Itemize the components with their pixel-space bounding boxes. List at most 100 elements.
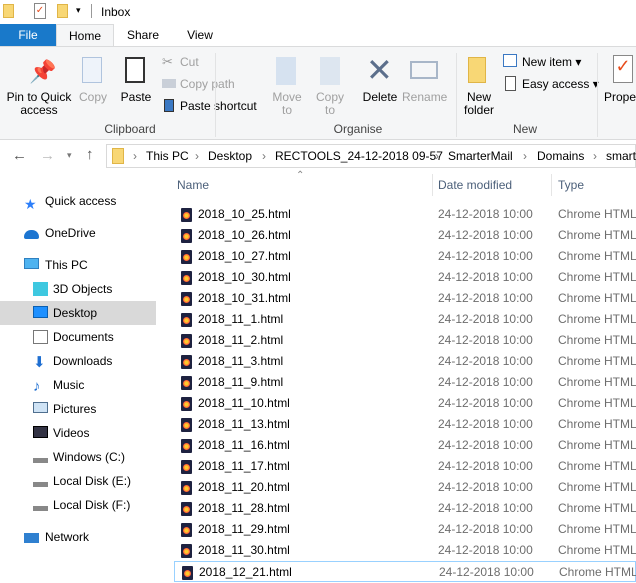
copy-to-button[interactable]: Copy to <box>311 91 349 117</box>
file-row[interactable]: 2018_11_17.html 24-12-2018 10:00 Chrome HT… <box>174 456 636 477</box>
sidebar-item-pictures[interactable]: Pictures <box>0 397 156 421</box>
copy-button[interactable]: Copy <box>76 91 110 104</box>
new-item-icon <box>503 54 517 67</box>
tab-share[interactable]: Share <box>118 24 168 46</box>
file-date: 24-12-2018 10:00 <box>438 291 533 305</box>
file-type: Chrome HTML <box>558 312 636 326</box>
column-header-date[interactable]: Date modified <box>438 178 512 192</box>
properties-button[interactable]: Prope <box>604 91 636 104</box>
paste-shortcut-button[interactable]: Paste shortcut <box>180 100 257 113</box>
sidebar-item-label: Network <box>45 530 90 544</box>
file-type: Chrome HTML <box>558 333 636 347</box>
file-name: 2018_11_10.html <box>198 396 290 410</box>
file-type: Chrome HTML <box>558 522 636 536</box>
sidebar-item-3d-objects[interactable]: 3D Objects <box>0 277 156 301</box>
file-row[interactable]: 2018_11_20.html 24-12-2018 10:00 Chrome HT… <box>174 477 636 498</box>
copy-to-icon <box>320 57 340 85</box>
label: access <box>20 103 58 117</box>
column-header-name[interactable]: Name <box>177 178 209 192</box>
breadcrumb-domains[interactable]: Domains <box>537 149 584 163</box>
divider <box>432 174 433 196</box>
forward-button[interactable]: → <box>40 147 55 164</box>
tab-view[interactable]: View <box>176 24 224 46</box>
sidebar-item-music[interactable]: ♪ Music <box>0 373 156 397</box>
sidebar-item-network[interactable]: Network <box>0 525 156 549</box>
sidebar-item-onedrive[interactable]: OneDrive <box>0 221 156 245</box>
file-row[interactable]: 2018_11_30.html 24-12-2018 10:00 Chrome HT… <box>174 540 636 561</box>
back-button[interactable]: ← <box>12 147 27 164</box>
tab-file[interactable]: File <box>0 24 56 46</box>
file-type: Chrome HTML <box>558 501 636 515</box>
file-row[interactable]: 2018_11_2.html 24-12-2018 10:00 Chrome HTM… <box>174 330 636 351</box>
sidebar-item-documents[interactable]: Documents <box>0 325 156 349</box>
up-button[interactable]: ↑ <box>86 146 94 163</box>
scissors-icon: ✂ <box>162 54 173 69</box>
chrome-html-file-icon <box>181 355 192 369</box>
file-name: 2018_11_1.html <box>198 312 284 326</box>
file-row[interactable]: 2018_10_25.html 24-12-2018 10:00 Chrome HT… <box>174 204 636 225</box>
tab-home[interactable]: Home <box>56 24 114 47</box>
delete-icon: ✕ <box>366 52 393 88</box>
paste-icon <box>125 57 145 83</box>
file-type: Chrome HTML <box>558 270 636 284</box>
delete-button[interactable]: Delete <box>360 91 400 104</box>
breadcrumb-smartermail[interactable]: SmarterMail <box>448 149 513 163</box>
file-list: ⌃ Name Date modified Type 2018_10_25.htm… <box>160 170 636 582</box>
new-folder-quick-icon[interactable] <box>57 4 68 18</box>
file-name: 2018_11_28.html <box>198 501 290 515</box>
sidebar-item-quick-access[interactable]: ★ Quick access <box>0 189 156 213</box>
customize-toolbar-icon[interactable]: ▾ <box>76 5 81 16</box>
file-date: 24-12-2018 10:00 <box>438 354 533 368</box>
properties-quick-icon[interactable]: ✓ <box>34 3 46 19</box>
easy-access-button[interactable]: Easy access ▾ <box>522 78 599 91</box>
recent-locations-button[interactable]: ▾ <box>67 150 72 161</box>
file-row[interactable]: 2018_10_30.html 24-12-2018 10:00 Chrome HT… <box>174 267 636 288</box>
new-item-button[interactable]: New item ▾ <box>522 56 581 69</box>
new-folder-button[interactable]: New folder <box>460 91 498 117</box>
sidebar-item-downloads[interactable]: ⬇ Downloads <box>0 349 156 373</box>
file-date: 24-12-2018 10:00 <box>439 565 534 579</box>
file-name: 2018_11_16.html <box>198 438 290 452</box>
file-date: 24-12-2018 10:00 <box>438 543 533 557</box>
file-name: 2018_12_21.html <box>199 565 292 579</box>
sidebar-item-desktop[interactable]: Desktop <box>0 301 156 325</box>
breadcrumb-desktop[interactable]: Desktop <box>208 149 252 163</box>
column-header-type[interactable]: Type <box>558 178 584 192</box>
breadcrumb-this-pc[interactable]: This PC <box>146 149 189 163</box>
file-date: 24-12-2018 10:00 <box>438 270 533 284</box>
sidebar-item-this-pc[interactable]: This PC <box>0 253 156 277</box>
file-row[interactable]: 2018_11_28.html 24-12-2018 10:00 Chrome HT… <box>174 498 636 519</box>
breadcrumb-rectools[interactable]: RECTOOLS_24-12-2018 09-57 <box>275 149 443 163</box>
sidebar-item-local-disk-e[interactable]: Local Disk (E:) <box>0 469 156 493</box>
file-row[interactable]: 2018_10_26.html 24-12-2018 10:00 Chrome HT… <box>174 225 636 246</box>
sidebar-item-windows-c[interactable]: Windows (C:) <box>0 445 156 469</box>
file-row[interactable]: 2018_10_31.html 24-12-2018 10:00 Chrome HT… <box>174 288 636 309</box>
drive-icon <box>33 482 48 487</box>
copy-path-button[interactable]: Copy path <box>180 78 235 91</box>
file-row[interactable]: 2018_10_27.html 24-12-2018 10:00 Chrome HT… <box>174 246 636 267</box>
paste-shortcut-icon <box>164 99 174 112</box>
file-row[interactable]: 2018_11_29.html 24-12-2018 10:00 Chrome HT… <box>174 519 636 540</box>
breadcrumb-smart[interactable]: smart <box>606 149 636 163</box>
file-row[interactable]: 2018_11_9.html 24-12-2018 10:00 Chrome HTM… <box>174 372 636 393</box>
cut-button[interactable]: Cut <box>180 56 199 69</box>
file-row[interactable]: 2018_11_3.html 24-12-2018 10:00 Chrome HTM… <box>174 351 636 372</box>
paste-button[interactable]: Paste <box>117 91 155 104</box>
sidebar-item-videos[interactable]: Videos <box>0 421 156 445</box>
ribbon-tabs: File Home Share View <box>0 24 636 47</box>
file-name: 2018_11_2.html <box>198 333 284 347</box>
address-bar[interactable]: › This PC › Desktop › RECTOOLS_24-12-201… <box>106 144 636 168</box>
chrome-html-file-icon <box>181 250 192 264</box>
file-row[interactable]: 2018_11_10.html 24-12-2018 10:00 Chrome HT… <box>174 393 636 414</box>
rename-button[interactable]: Rename <box>402 91 447 104</box>
move-to-button[interactable]: Move to <box>268 91 306 117</box>
computer-icon <box>24 258 39 269</box>
pin-icon: 📌 <box>29 59 57 84</box>
sidebar-item-local-disk-f[interactable]: Local Disk (F:) <box>0 493 156 517</box>
properties-icon: ✓ <box>613 55 633 83</box>
file-row[interactable]: 2018_11_1.html 24-12-2018 10:00 Chrome HTM… <box>174 309 636 330</box>
file-row[interactable]: 2018_11_13.html 24-12-2018 10:00 Chrome HT… <box>174 414 636 435</box>
file-row[interactable]: 2018_11_16.html 24-12-2018 10:00 Chrome HT… <box>174 435 636 456</box>
file-type: Chrome HTML <box>558 396 636 410</box>
pin-to-quick-access-button[interactable]: Pin to Quick access <box>4 91 74 117</box>
